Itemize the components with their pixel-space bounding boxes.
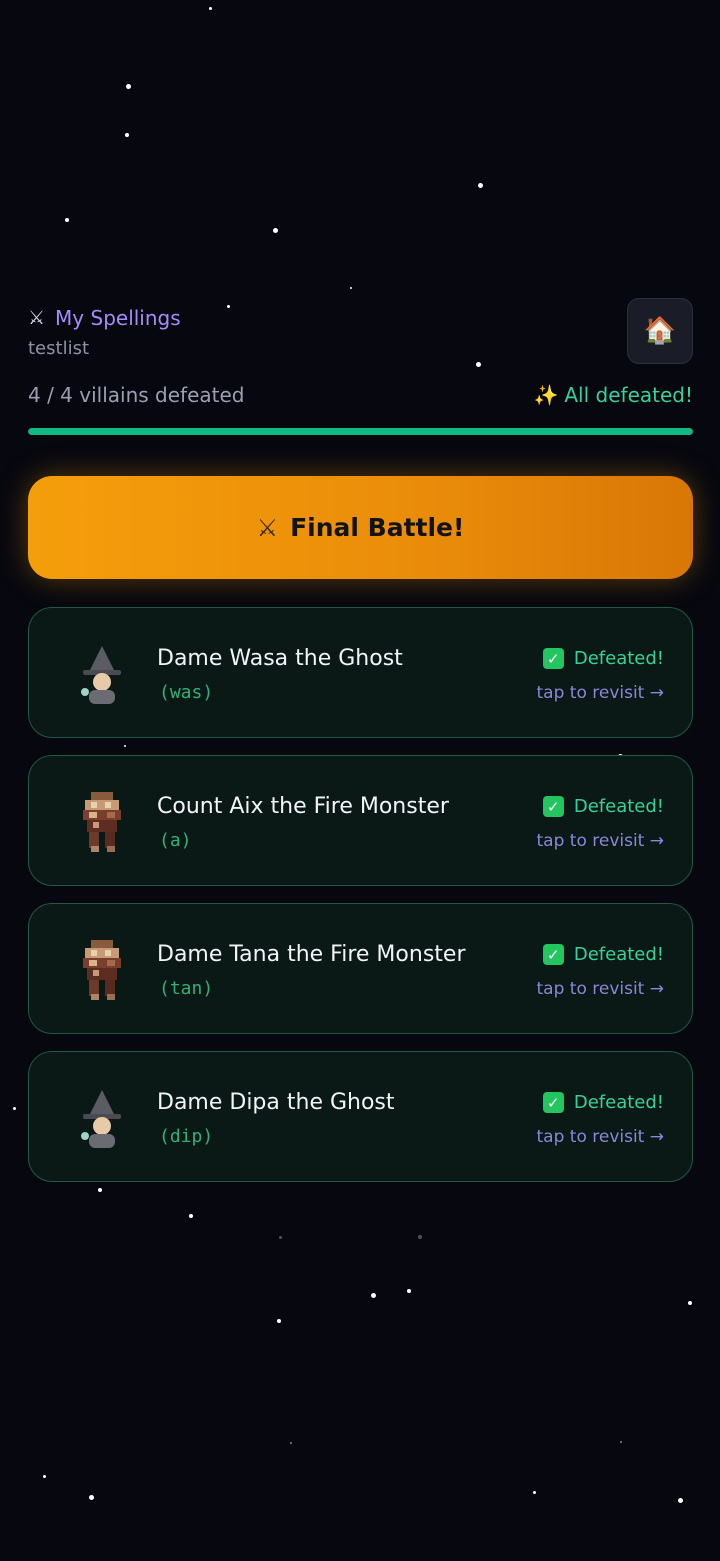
check-mark-icon: ✓ [542, 648, 564, 669]
villain-name: Dame Dipa the Ghost [157, 1090, 395, 1115]
check-mark-icon: ✓ [542, 796, 564, 817]
villains-defeated-count: 4 / 4 villains defeated [28, 383, 245, 407]
defeated-status: ✓ Defeated! [542, 944, 664, 965]
home-button[interactable]: 🏠 [627, 298, 693, 364]
final-battle-label: Final Battle! [290, 513, 465, 542]
page-header: ⚔ My Spellings testlist 🏠 [28, 298, 693, 366]
house-icon: 🏠 [643, 316, 677, 346]
defeated-status: ✓ Defeated! [542, 1092, 664, 1113]
spelling-word: (was) [159, 682, 214, 703]
villain-card[interactable]: Count Aix the Fire Monster (a) ✓ Defeate… [28, 755, 693, 886]
tap-to-revisit-link[interactable]: tap to revisit → [537, 1127, 665, 1147]
defeated-label: Defeated! [573, 648, 664, 669]
villain-card[interactable]: Dame Dipa the Ghost (dip) ✓ Defeated! ta… [28, 1051, 693, 1182]
spelling-word: (dip) [159, 1126, 214, 1147]
villain-name: Dame Wasa the Ghost [157, 646, 403, 671]
villain-name: Dame Tana the Fire Monster [157, 942, 466, 967]
progress-row: 4 / 4 villains defeated ✨ All defeated! [28, 383, 693, 413]
witch-icon [69, 640, 135, 706]
tap-to-revisit-link[interactable]: tap to revisit → [537, 979, 665, 999]
all-defeated-status: ✨ All defeated! [533, 383, 693, 407]
defeated-status: ✓ Defeated! [542, 648, 664, 669]
defeated-status: ✓ Defeated! [542, 796, 664, 817]
sparkles-icon: ✨ [533, 383, 559, 407]
tap-to-revisit-link[interactable]: tap to revisit → [537, 831, 665, 851]
tap-to-revisit-link[interactable]: tap to revisit → [537, 683, 665, 703]
all-defeated-label: All defeated! [564, 383, 693, 407]
defeated-label: Defeated! [573, 1092, 664, 1113]
check-mark-icon: ✓ [542, 1092, 564, 1113]
check-mark-icon: ✓ [542, 944, 564, 965]
fire-monster-icon [69, 788, 135, 854]
fire-monster-icon [69, 936, 135, 1002]
villain-name: Count Aix the Fire Monster [157, 794, 449, 819]
back-to-my-spellings-link[interactable]: ⚔ My Spellings [28, 306, 693, 330]
back-link-label: My Spellings [55, 306, 181, 330]
villain-card[interactable]: Dame Tana the Fire Monster (tan) ✓ Defea… [28, 903, 693, 1034]
final-battle-button[interactable]: ⚔ Final Battle! [28, 476, 693, 579]
witch-icon [69, 1084, 135, 1150]
crossed-swords-icon: ⚔ [28, 307, 46, 329]
list-name: testlist [28, 338, 90, 359]
defeated-label: Defeated! [573, 944, 664, 965]
spelling-word: (tan) [159, 978, 214, 999]
progress-bar [28, 428, 693, 435]
defeated-label: Defeated! [573, 796, 664, 817]
villain-card[interactable]: Dame Wasa the Ghost (was) ✓ Defeated! ta… [28, 607, 693, 738]
spelling-word: (a) [159, 830, 192, 851]
villain-list: Dame Wasa the Ghost (was) ✓ Defeated! ta… [28, 607, 693, 1199]
progress-bar-fill [28, 428, 693, 435]
crossed-swords-icon: ⚔ [256, 513, 279, 542]
